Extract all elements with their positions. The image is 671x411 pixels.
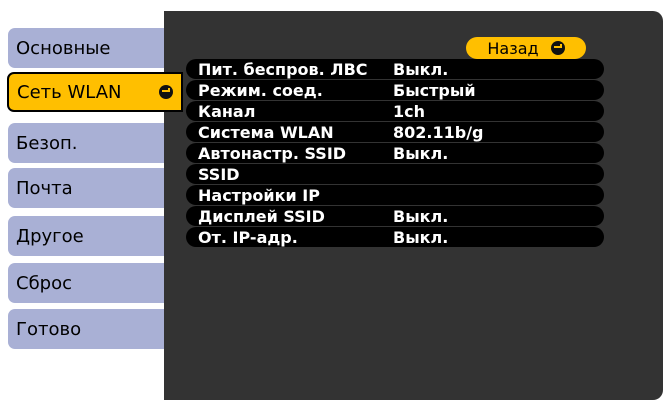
list-item-connection-mode[interactable]: Режим. соед. Быстрый [186,80,604,100]
item-value: 802.11b/g [393,122,484,142]
sidebar-item-label: Сброс [16,272,73,294]
list-item-channel[interactable]: Канал 1ch [186,101,604,121]
enter-icon [159,85,173,99]
sidebar-item-label: Другое [16,225,84,247]
item-label: Система WLAN [198,122,334,142]
item-label: Режим. соед. [198,80,323,100]
sidebar-item-other[interactable]: Другое [8,216,165,256]
sidebar-item-security[interactable]: Безоп. [8,123,165,163]
enter-icon [550,41,565,55]
item-label: SSID [198,164,240,184]
list-item-ssid[interactable]: SSID [186,164,604,184]
list-item-wlan-system[interactable]: Система WLAN 802.11b/g [186,122,604,142]
sidebar-item-basic[interactable]: Основные [8,28,165,68]
sidebar-item-label: Основные [16,37,111,59]
sidebar-item-label: Готово [16,318,82,340]
sidebar-item-reset[interactable]: Сброс [8,263,165,303]
settings-list: Пит. беспров. ЛВС Выкл. Режим. соед. Быс… [186,59,604,248]
list-item-wireless-power[interactable]: Пит. беспров. ЛВС Выкл. [186,59,604,79]
sidebar-item-done[interactable]: Готово [8,309,165,349]
item-label: Дисплей SSID [198,206,325,226]
item-label: Автонастр. SSID [198,143,347,163]
item-value: Выкл. [393,227,449,247]
item-value: Быстрый [393,80,476,100]
sidebar-item-label: Безоп. [16,132,78,154]
item-label: Настройки IP [198,185,320,205]
sidebar: Основные Сеть WLAN Безоп. Почта Другое С… [4,11,183,400]
back-button[interactable]: Назад [466,37,586,59]
item-label: Канал [198,101,256,121]
item-label: Пит. беспров. ЛВС [198,59,368,79]
sidebar-item-wlan[interactable]: Сеть WLAN [7,72,183,112]
list-item-display-ssid[interactable]: Дисплей SSID Выкл. [186,206,604,226]
item-label: От. IP-адр. [198,227,298,247]
sidebar-item-mail[interactable]: Почта [8,168,165,208]
list-item-display-ip[interactable]: От. IP-адр. Выкл. [186,227,604,247]
item-value: Выкл. [393,143,449,163]
item-value: 1ch [393,101,426,121]
sidebar-item-label: Сеть WLAN [17,81,122,103]
item-value: Выкл. [393,206,449,226]
sidebar-item-label: Почта [16,177,73,199]
back-button-label: Назад [487,38,539,58]
list-item-ip-settings[interactable]: Настройки IP [186,185,604,205]
item-value: Выкл. [393,59,449,79]
settings-panel: Назад Пит. беспров. ЛВС Выкл. Режим. сое… [164,11,663,400]
list-item-auto-ssid[interactable]: Автонастр. SSID Выкл. [186,143,604,163]
